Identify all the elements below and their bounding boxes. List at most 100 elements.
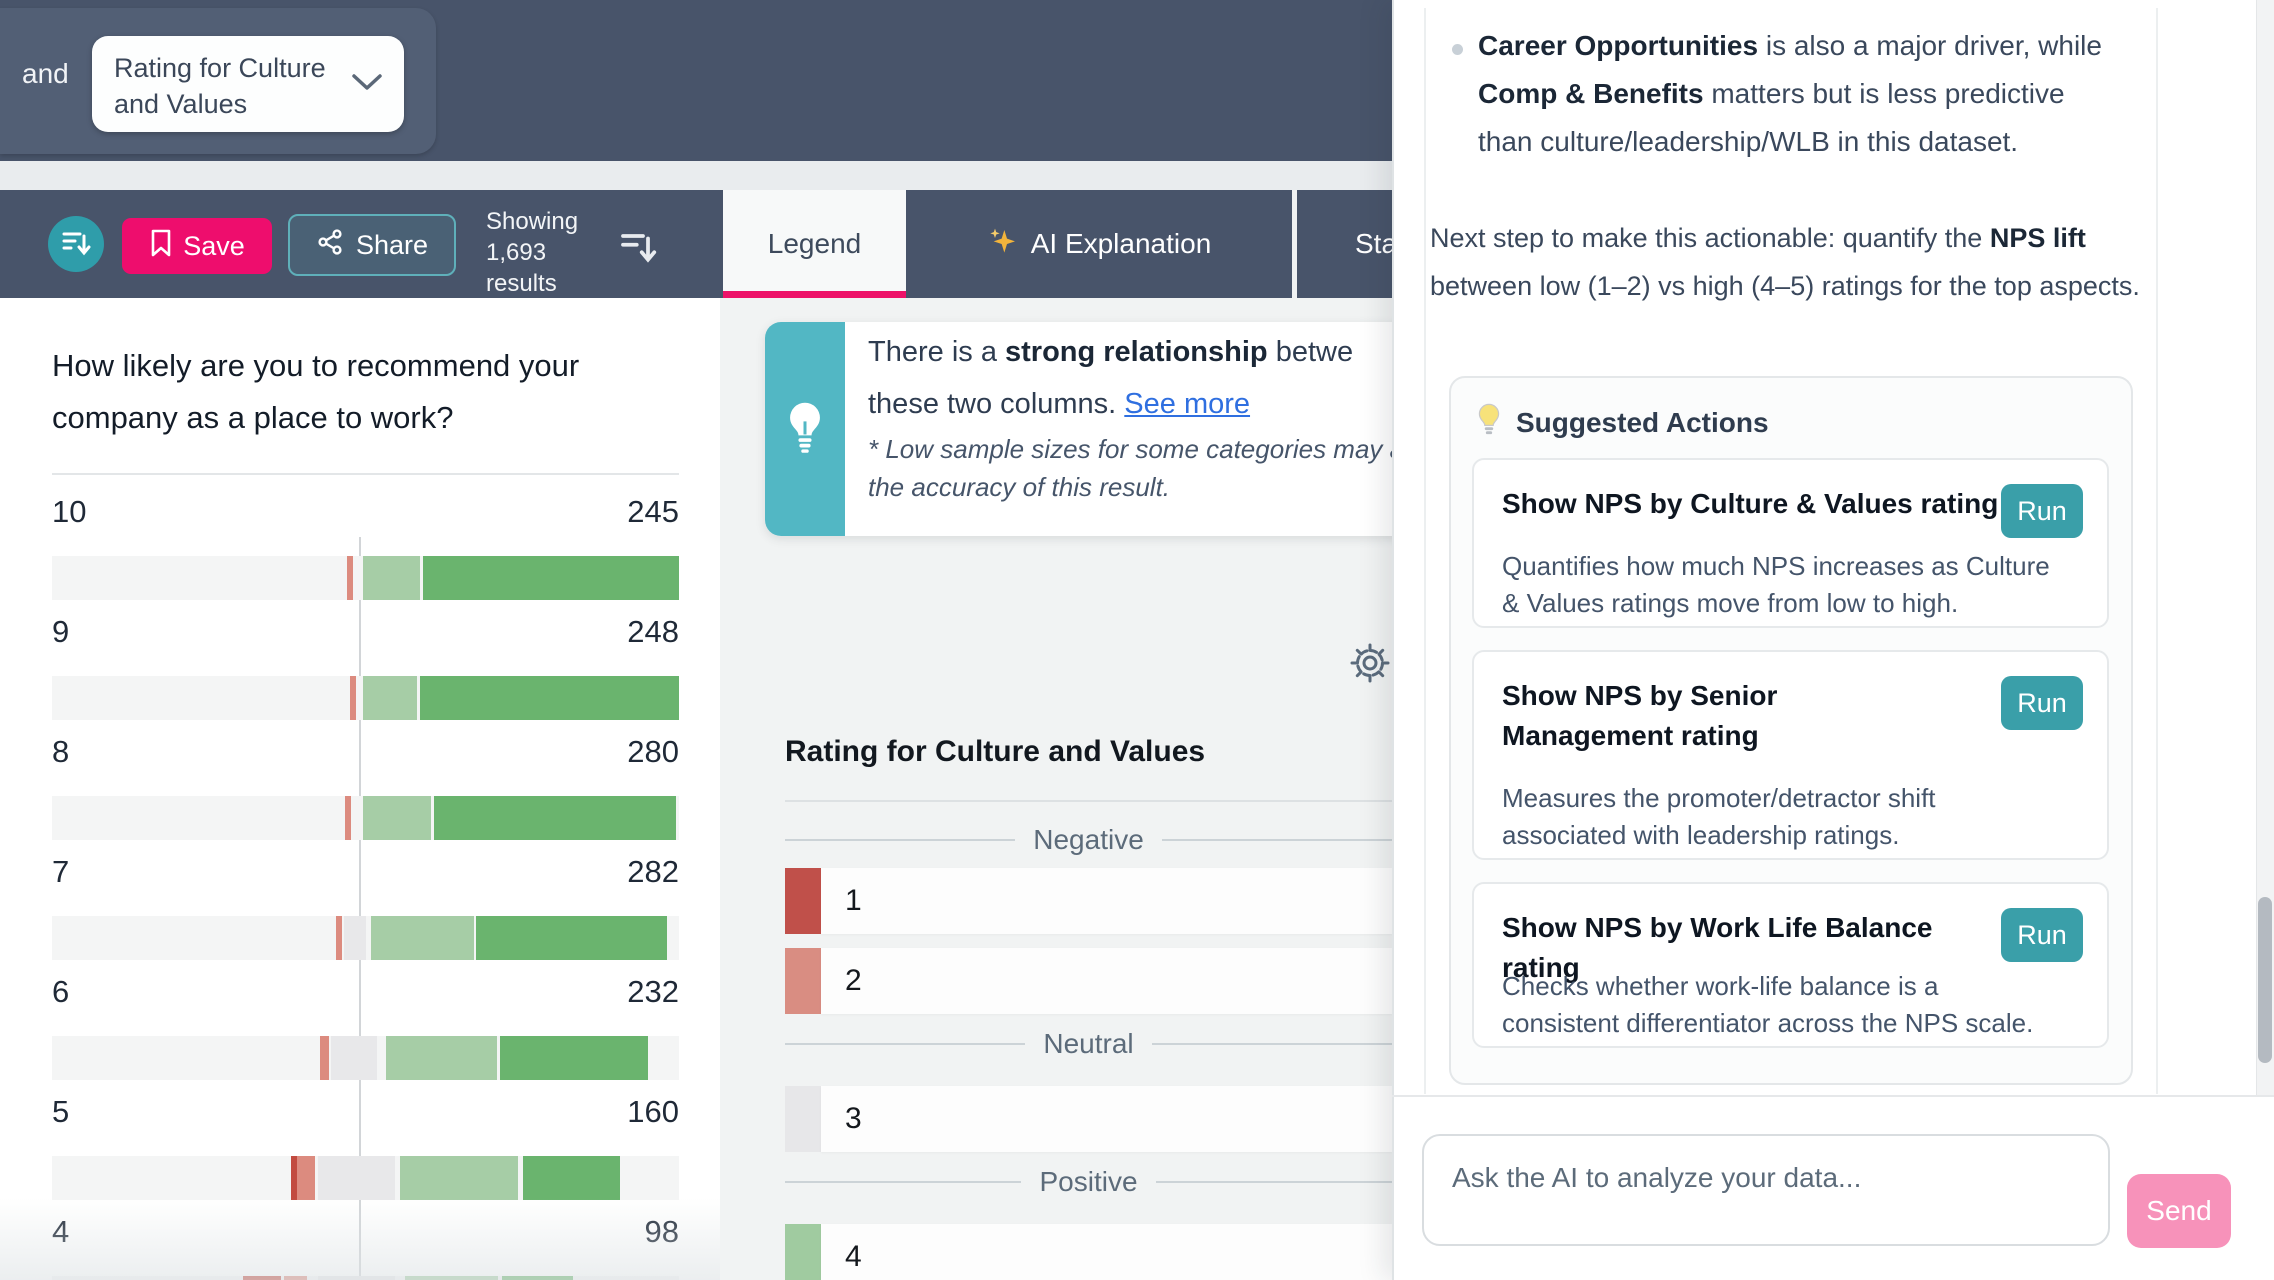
field-dropdown[interactable]: Rating for Culture and Values: [92, 36, 404, 132]
chart-bar-segment-1[interactable]: [243, 1276, 281, 1280]
action-description: Quantifies how much NPS increases as Cul…: [1502, 548, 2062, 622]
chart-bar-segment-4[interactable]: [363, 796, 431, 840]
chart-bar-track[interactable]: [52, 676, 679, 720]
see-more-link[interactable]: See more: [1124, 388, 1250, 420]
chart-bar-segment-5[interactable]: [434, 796, 676, 840]
emphasized-text: Comp & Benefits: [1478, 78, 1704, 109]
legend-section-positive: Positive: [785, 1166, 1392, 1198]
legend-swatch: [785, 1086, 821, 1152]
chart-bar-segment-2[interactable]: [320, 1036, 329, 1080]
chart-bar-segment-5[interactable]: [420, 676, 679, 720]
chart-bar-segment-3[interactable]: [331, 1036, 377, 1080]
chart-bar-segment-2[interactable]: [350, 676, 356, 720]
action-card: Show NPS by Senior Management ratingRunM…: [1472, 650, 2109, 860]
sort-filter-button[interactable]: [48, 216, 104, 272]
share-button-label: Share: [356, 230, 428, 261]
run-button[interactable]: Run: [2001, 676, 2083, 730]
chart-bar-track[interactable]: [52, 1276, 679, 1280]
field-dropdown-value: Rating for Culture and Values: [114, 50, 344, 122]
legend-divider: [785, 800, 1392, 802]
insight-note-line1: * Low sample sizes for some categories m…: [868, 434, 1404, 465]
ai-message-bullet: Career Opportunities is also a major dri…: [1478, 22, 2126, 166]
legend-item-row: 3: [821, 1086, 1392, 1152]
active-tab-underline: [723, 291, 906, 298]
chart-bar-segment-3[interactable]: [318, 1276, 395, 1280]
chart-bar-track[interactable]: [52, 1036, 679, 1080]
legend-section-label: Negative: [1033, 824, 1144, 856]
legend-variable-heading: Rating for Culture and Values: [785, 735, 1385, 769]
send-button[interactable]: Send: [2127, 1174, 2231, 1248]
ai-message-next-step: Next step to make this actionable: quant…: [1430, 214, 2175, 310]
text: There is a: [868, 336, 1005, 368]
section-line: [1162, 839, 1392, 841]
emphasized-text: strong relationship: [1005, 336, 1268, 368]
conjunction-label: and: [22, 58, 69, 90]
chart-bar-segment-4[interactable]: [405, 1276, 498, 1280]
action-title: Show NPS by Culture & Values rating: [1502, 484, 2022, 524]
insight-line2-text: these two columns.: [868, 388, 1124, 420]
ai-chat-input[interactable]: [1422, 1134, 2110, 1246]
run-button[interactable]: Run: [2001, 484, 2083, 538]
save-button[interactable]: Save: [122, 218, 272, 274]
chart-bar-segment-2[interactable]: [336, 916, 342, 960]
chart-bar-segment-5[interactable]: [500, 1036, 648, 1080]
legend-item-value: 4: [845, 1240, 862, 1274]
insight-note-line2: the accuracy of this result.: [868, 472, 1170, 503]
chart-bar-segment-3[interactable]: [344, 916, 366, 960]
chart-row-count: 160: [559, 1094, 679, 1130]
tab-legend-label: Legend: [768, 228, 861, 260]
chart-bar-segment-2[interactable]: [347, 556, 353, 600]
share-button[interactable]: Share: [288, 214, 456, 276]
sparkles-icon: [987, 226, 1019, 263]
insight-line2: these two columns. See more: [868, 388, 1250, 421]
chart-bar-segment-3[interactable]: [318, 1156, 395, 1200]
chart-bar-track[interactable]: [52, 556, 679, 600]
chart-row-count: 248: [559, 614, 679, 650]
chart-bar-segment-2[interactable]: [284, 1276, 307, 1280]
legend-item-value: 1: [845, 884, 862, 918]
tab-legend[interactable]: Legend: [723, 190, 906, 298]
text: is also a major driver, while: [1758, 30, 2102, 61]
run-button[interactable]: Run: [2001, 908, 2083, 962]
action-card: Show NPS by Work Life Balance ratingRunC…: [1472, 882, 2109, 1048]
chart-bar-segment-4[interactable]: [363, 556, 420, 600]
chart-bar-segment-4[interactable]: [363, 676, 417, 720]
action-card: Show NPS by Culture & Values ratingRun Qu…: [1472, 458, 2109, 628]
chart-bar-track[interactable]: [52, 1156, 679, 1200]
chart-bar-track[interactable]: [52, 796, 679, 840]
tab-statistics-label: Sta: [1297, 228, 1397, 260]
sort-order-icon[interactable]: [618, 226, 658, 271]
legend-section-neutral: Neutral: [785, 1028, 1392, 1060]
chart-bar-track[interactable]: [52, 916, 679, 960]
action-description: Checks whether work-life balance is a co…: [1502, 968, 2062, 1042]
chart-row-count: 98: [559, 1214, 679, 1250]
scrollbar-thumb[interactable]: [2258, 897, 2272, 1063]
tab-ai-explanation[interactable]: AI Explanation: [906, 190, 1292, 298]
chart-bar-segment-5[interactable]: [502, 1276, 573, 1280]
legend-item-1[interactable]: 1: [785, 868, 1392, 934]
chart-bar-segment-2[interactable]: [297, 1156, 315, 1200]
chart-bar-segment-4[interactable]: [371, 916, 474, 960]
legend-swatch: [785, 1224, 821, 1280]
emphasized-text: NPS lift: [1990, 223, 2086, 253]
legend-item-4[interactable]: 4: [785, 1224, 1392, 1280]
chart-bar-segment-4[interactable]: [400, 1156, 518, 1200]
legend-item-3[interactable]: 3: [785, 1086, 1392, 1152]
settings-button[interactable]: [1348, 641, 1392, 685]
section-line: [785, 1043, 1025, 1045]
legend-item-2[interactable]: 2: [785, 948, 1392, 1014]
tab-ai-explanation-label: AI Explanation: [1031, 228, 1212, 260]
ai-messages-left-border: [1424, 8, 1426, 1094]
chart-bar-segment-5[interactable]: [423, 556, 679, 600]
chart-bar-segment-5[interactable]: [476, 916, 667, 960]
chart-bar-segment-2[interactable]: [345, 796, 351, 840]
insight-accent-bar: [765, 322, 845, 536]
chart-bar-segment-4[interactable]: [386, 1036, 497, 1080]
chart-row-score: 6: [52, 974, 69, 1010]
chart-title: How likely are you to recommend your com…: [52, 340, 652, 444]
suggested-actions-title: Suggested Actions: [1516, 407, 1769, 439]
chart-bar-segment-5[interactable]: [523, 1156, 620, 1200]
chevron-down-icon: [348, 70, 386, 99]
chart-row-count: 232: [559, 974, 679, 1010]
legend-item-row: 1: [821, 868, 1392, 934]
